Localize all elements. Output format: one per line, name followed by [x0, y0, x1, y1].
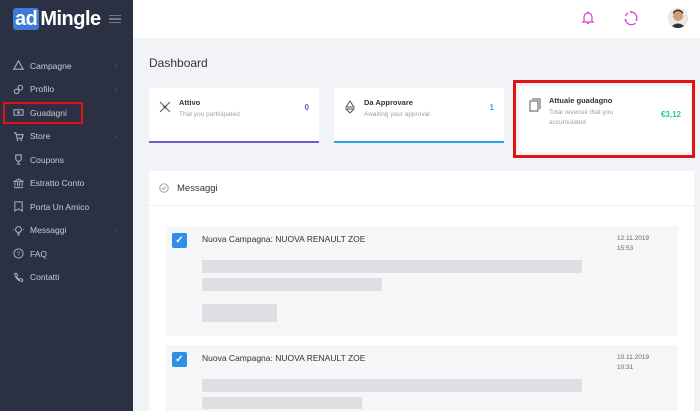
sidebar-item-label: Campagne	[30, 60, 72, 71]
card-value: 1	[489, 103, 494, 112]
messages-header: Messaggi	[149, 171, 694, 206]
sidebar-item-label: Estratto Conto	[30, 178, 85, 189]
sidebar-item-porta-un-amico[interactable]: Porta Un Amico	[0, 195, 133, 219]
message-item[interactable]: ✓ Nuova Campagna: NUOVA RENAULT ZOE 10.1…	[166, 345, 678, 411]
blurred-text	[202, 397, 362, 409]
message-time: 15:53	[617, 245, 634, 252]
sidebar-item-faq[interactable]: ? FAQ	[0, 242, 133, 266]
bank-icon	[12, 177, 24, 189]
sidebar-item-label: Store	[30, 131, 51, 142]
phone-icon	[12, 271, 24, 283]
sidebar-item-estratto-conto[interactable]: Estratto Conto	[0, 172, 133, 196]
refresh-icon[interactable]	[623, 10, 639, 26]
card-title: Attivo	[179, 98, 201, 107]
menu-toggle-icon[interactable]	[108, 14, 121, 24]
card-accent-bar	[334, 141, 504, 143]
share-icon	[158, 100, 172, 114]
avatar[interactable]	[668, 8, 688, 28]
question-icon: ?	[12, 248, 24, 260]
card-subtitle: Awaiting your approval	[364, 111, 430, 118]
stat-card-da-approvare[interactable]: Da Approvare Awaiting your approval 1	[334, 88, 504, 143]
message-item[interactable]: ✓ Nuova Campagna: NUOVA RENAULT ZOE 12.1…	[166, 226, 678, 336]
messages-title: Messaggi	[177, 182, 218, 194]
check-icon[interactable]: ✓	[172, 233, 187, 248]
chevron-right-icon: ›	[114, 84, 117, 94]
sidebar-item-label: FAQ	[30, 248, 48, 259]
page-title: Dashboard	[149, 56, 208, 70]
sidebar-item-guadagni[interactable]: Guadagni	[0, 101, 133, 125]
sidebar-item-contatti[interactable]: Contatti	[0, 266, 133, 290]
message-date: 12.11.2019	[617, 235, 650, 242]
brand-ad: ad	[13, 8, 40, 30]
check-icon[interactable]: ✓	[172, 352, 187, 367]
sidebar-menu: Campagne › Profilo › Guadagni Store › Co…	[0, 54, 133, 289]
chevron-right-icon: ›	[114, 225, 117, 235]
card-subtitle: That you participated	[179, 111, 240, 118]
svg-text:?: ?	[16, 251, 20, 258]
message-title: Nuova Campagna: NUOVA RENAULT ZOE	[202, 234, 366, 244]
highlight-box	[513, 80, 695, 158]
card-title: Da Approvare	[364, 98, 413, 107]
brand-mingle: Mingle	[40, 7, 101, 30]
message-time: 10:31	[617, 364, 634, 371]
sidebar-item-profilo[interactable]: Profilo ›	[0, 78, 133, 102]
top-bar	[133, 0, 700, 38]
sidebar-item-campagne[interactable]: Campagne ›	[0, 54, 133, 78]
sidebar-item-coupons[interactable]: Coupons	[0, 148, 133, 172]
trophy-icon	[12, 154, 24, 166]
friend-icon	[12, 201, 24, 213]
sidebar-item-label: Messaggi	[30, 225, 67, 236]
link-icon	[12, 83, 24, 95]
recycle-icon	[343, 100, 357, 114]
sidebar-item-messaggi[interactable]: Messaggi ›	[0, 219, 133, 243]
blurred-text	[202, 304, 277, 322]
message-date: 10.11.2019	[617, 354, 650, 361]
message-title: Nuova Campagna: NUOVA RENAULT ZOE	[202, 353, 366, 363]
cart-icon	[12, 130, 24, 142]
check-circle-icon	[159, 183, 169, 193]
sidebar-item-label: Profilo	[30, 84, 55, 95]
blurred-text	[202, 379, 582, 392]
triangle-icon	[12, 60, 24, 72]
sidebar-item-label: Contatti	[30, 272, 60, 283]
brand-logo[interactable]: ad Mingle	[0, 0, 133, 38]
blurred-text	[202, 260, 582, 273]
sidebar: ad Mingle Campagne › Profilo › Guadagni …	[0, 0, 133, 411]
card-value: 0	[304, 103, 309, 112]
card-accent-bar	[149, 141, 319, 143]
chevron-right-icon: ›	[114, 131, 117, 141]
chevron-right-icon: ›	[114, 61, 117, 71]
sidebar-item-label: Porta Un Amico	[30, 201, 90, 212]
sidebar-item-label: Coupons	[30, 154, 65, 165]
sidebar-item-store[interactable]: Store ›	[0, 125, 133, 149]
bell-icon[interactable]	[580, 10, 596, 26]
blurred-text	[202, 278, 382, 291]
bulb-icon	[12, 224, 24, 236]
highlight-box	[3, 102, 83, 124]
messages-panel: Messaggi ✓ Nuova Campagna: NUOVA RENAULT…	[149, 171, 694, 411]
stat-card-attivo[interactable]: Attivo That you participated 0	[149, 88, 319, 143]
